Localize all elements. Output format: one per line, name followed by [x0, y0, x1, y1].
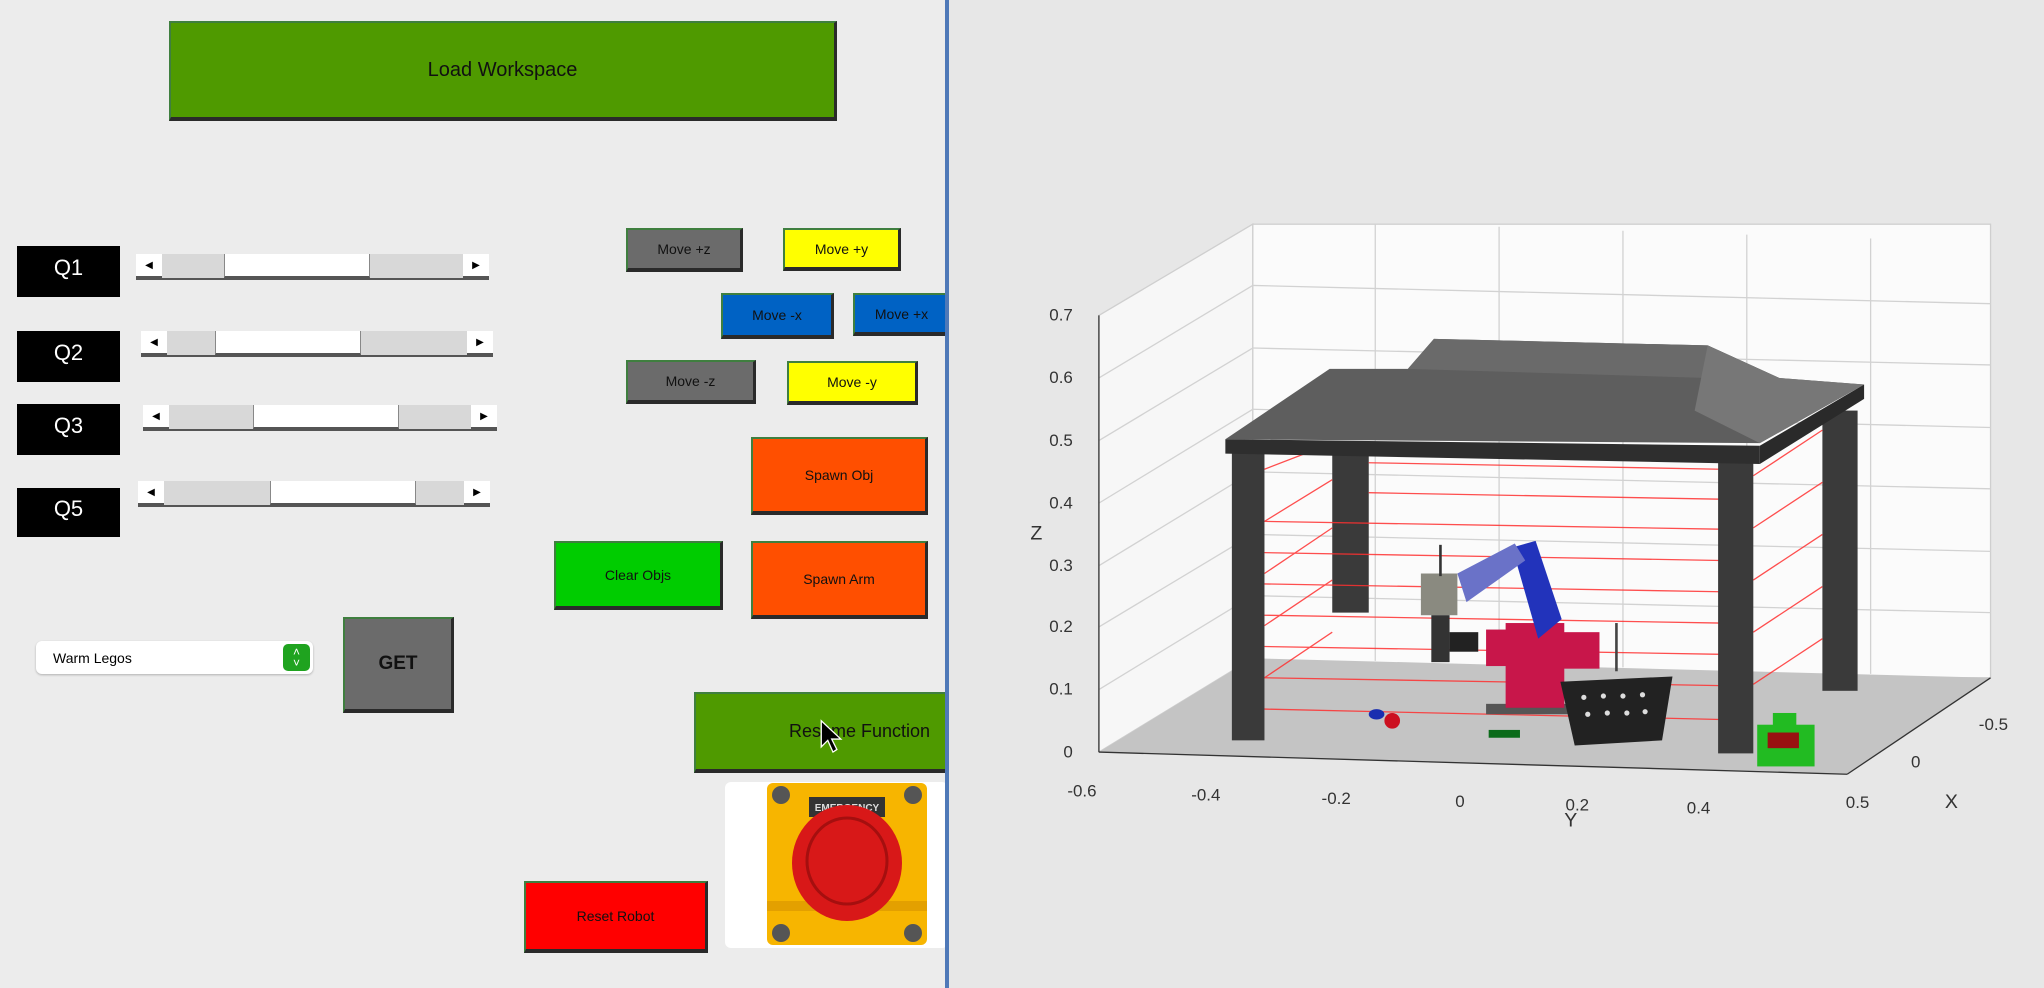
slider-right-arrow-icon[interactable]: ▶	[467, 331, 493, 355]
move-neg-x-button[interactable]: Move -x	[721, 293, 834, 339]
q1-label: Q1	[17, 246, 120, 297]
dropdown-value: Warm Legos	[53, 649, 132, 666]
chevron-up-down-icon[interactable]: ˄ ˅	[283, 644, 310, 671]
object-type-dropdown[interactable]: Warm Legos ˄ ˅	[36, 641, 313, 674]
reset-robot-button[interactable]: Reset Robot	[524, 881, 708, 953]
slider-thumb[interactable]	[270, 481, 416, 505]
move-neg-y-button[interactable]: Move -y	[787, 361, 918, 405]
q5-slider[interactable]: ◀ ▶	[138, 481, 490, 507]
slider-thumb[interactable]	[215, 331, 361, 355]
slider-left-arrow-icon[interactable]: ◀	[138, 481, 164, 505]
q1-slider[interactable]: ◀ ▶	[136, 254, 489, 280]
emergency-stop-button-image[interactable]: EMERGENCY	[767, 783, 927, 945]
q5-label: Q5	[17, 488, 120, 537]
q2-label: Q2	[17, 331, 120, 382]
q3-label: Q3	[17, 404, 120, 455]
slider-right-arrow-icon[interactable]: ▶	[463, 254, 489, 278]
spawn-obj-button[interactable]: Spawn Obj	[751, 437, 928, 515]
emergency-stop-card[interactable]: EMERGENCY	[725, 782, 948, 948]
clear-objs-button[interactable]: Clear Objs	[554, 541, 723, 610]
move-pos-x-button[interactable]: Move +x	[853, 293, 948, 336]
slider-thumb[interactable]	[224, 254, 370, 278]
control-panel: Load Workspace Q1 ◀ ▶ Q2 ◀ ▶ Q3 ◀ ▶ Q5 ◀…	[0, 0, 948, 988]
load-workspace-button[interactable]: Load Workspace	[169, 21, 837, 121]
get-button[interactable]: GET	[343, 617, 454, 713]
q2-slider[interactable]: ◀ ▶	[141, 331, 493, 357]
slider-right-arrow-icon[interactable]: ▶	[471, 405, 497, 429]
slider-thumb[interactable]	[253, 405, 399, 429]
slider-left-arrow-icon[interactable]: ◀	[143, 405, 169, 429]
spawn-arm-button[interactable]: Spawn Arm	[751, 541, 928, 619]
move-pos-y-button[interactable]: Move +y	[783, 228, 901, 271]
move-neg-z-button[interactable]: Move -z	[626, 360, 756, 404]
resume-function-button[interactable]: Resume Function	[694, 692, 948, 773]
move-pos-z-button[interactable]: Move +z	[626, 228, 743, 272]
slider-left-arrow-icon[interactable]: ◀	[141, 331, 167, 355]
q3-slider[interactable]: ◀ ▶	[143, 405, 497, 431]
slider-right-arrow-icon[interactable]: ▶	[464, 481, 490, 505]
plot-panel	[949, 0, 2044, 988]
slider-left-arrow-icon[interactable]: ◀	[136, 254, 162, 278]
